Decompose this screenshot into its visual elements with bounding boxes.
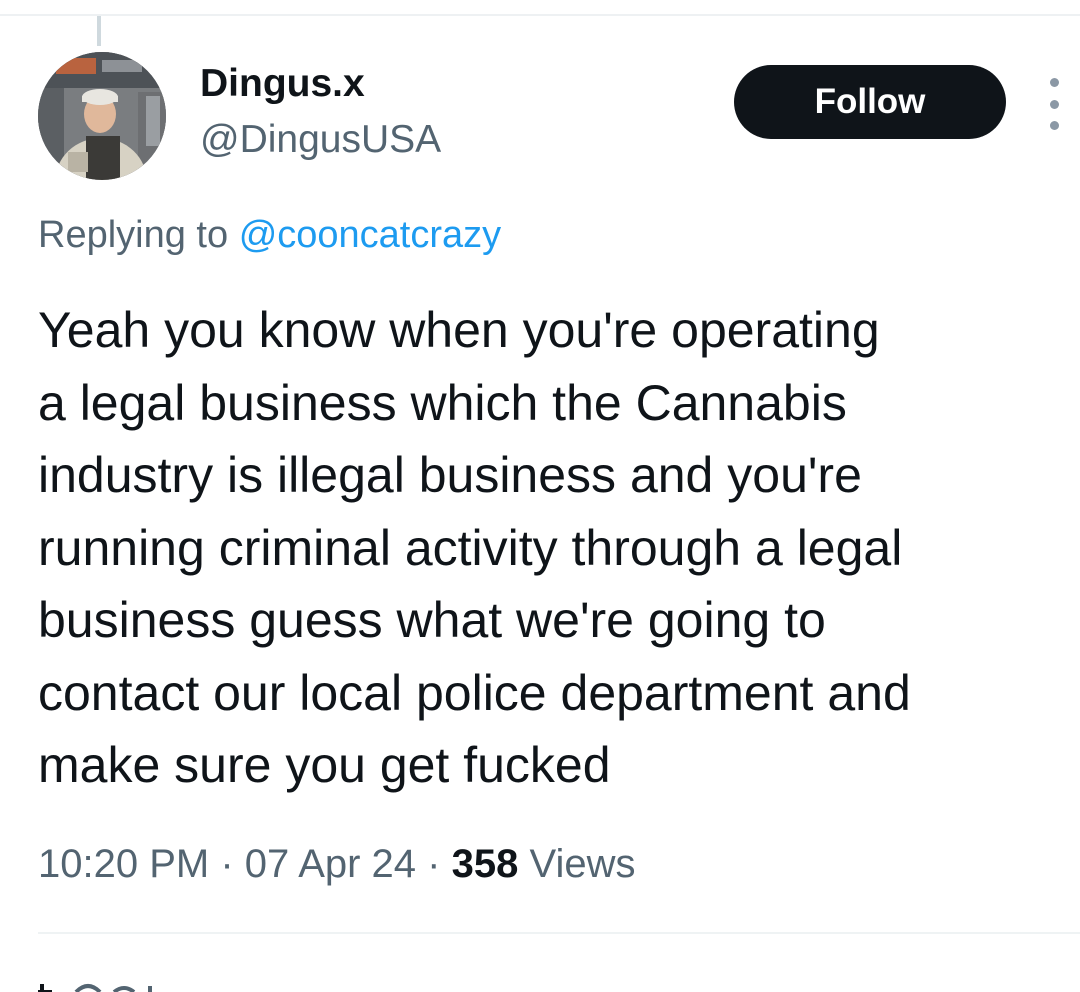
avatar[interactable]	[38, 52, 166, 180]
replying-to-line: Replying to @cooncatcrazy	[38, 214, 501, 257]
tweet-time[interactable]: 10:20 PM	[38, 842, 209, 886]
thread-connector-line	[97, 16, 101, 46]
author-handle[interactable]: @DingusUSA	[200, 118, 441, 162]
avatar-photo	[38, 52, 166, 180]
tweet-meta: 10:20 PM · 07 Apr 24 · 358 Views	[38, 842, 635, 887]
more-dot	[1049, 121, 1059, 130]
partially-visible-stats-row	[36, 976, 186, 992]
views-label[interactable]: Views	[530, 842, 636, 886]
meta-separator: ·	[220, 842, 234, 886]
views-count[interactable]: 358	[452, 842, 519, 886]
tweet-text-line: a legal business which the Cannabis	[38, 374, 847, 431]
more-vertical-icon[interactable]	[1040, 78, 1068, 130]
top-divider	[0, 14, 1080, 16]
tweet-text-line: contact our local police department and	[38, 664, 911, 721]
meta-separator: ·	[427, 842, 441, 886]
more-dot	[1049, 99, 1059, 109]
replying-to-handle[interactable]: @cooncatcrazy	[239, 214, 501, 256]
cut-off-text-glyphs	[38, 984, 152, 992]
tweet-text-line: industry is illegal business and you're	[38, 447, 862, 503]
more-dot	[1049, 78, 1059, 87]
tweet-text-line: make sure you get fucked	[38, 737, 611, 793]
tweet-text-line: business guess what we're going to	[38, 592, 826, 648]
tweet-text-line: running criminal activity through a lega…	[38, 519, 903, 576]
follow-button[interactable]: Follow	[734, 65, 1006, 139]
replying-to-prefix: Replying to	[38, 214, 229, 256]
author-display-name[interactable]: Dingus.x	[200, 62, 365, 106]
tweet-text: Yeah you know when you're operating a le…	[38, 294, 1078, 802]
tweet-date[interactable]: 07 Apr 24	[245, 842, 416, 886]
bottom-divider	[38, 932, 1080, 934]
tweet-text-line: Yeah you know when you're operating	[38, 302, 880, 358]
